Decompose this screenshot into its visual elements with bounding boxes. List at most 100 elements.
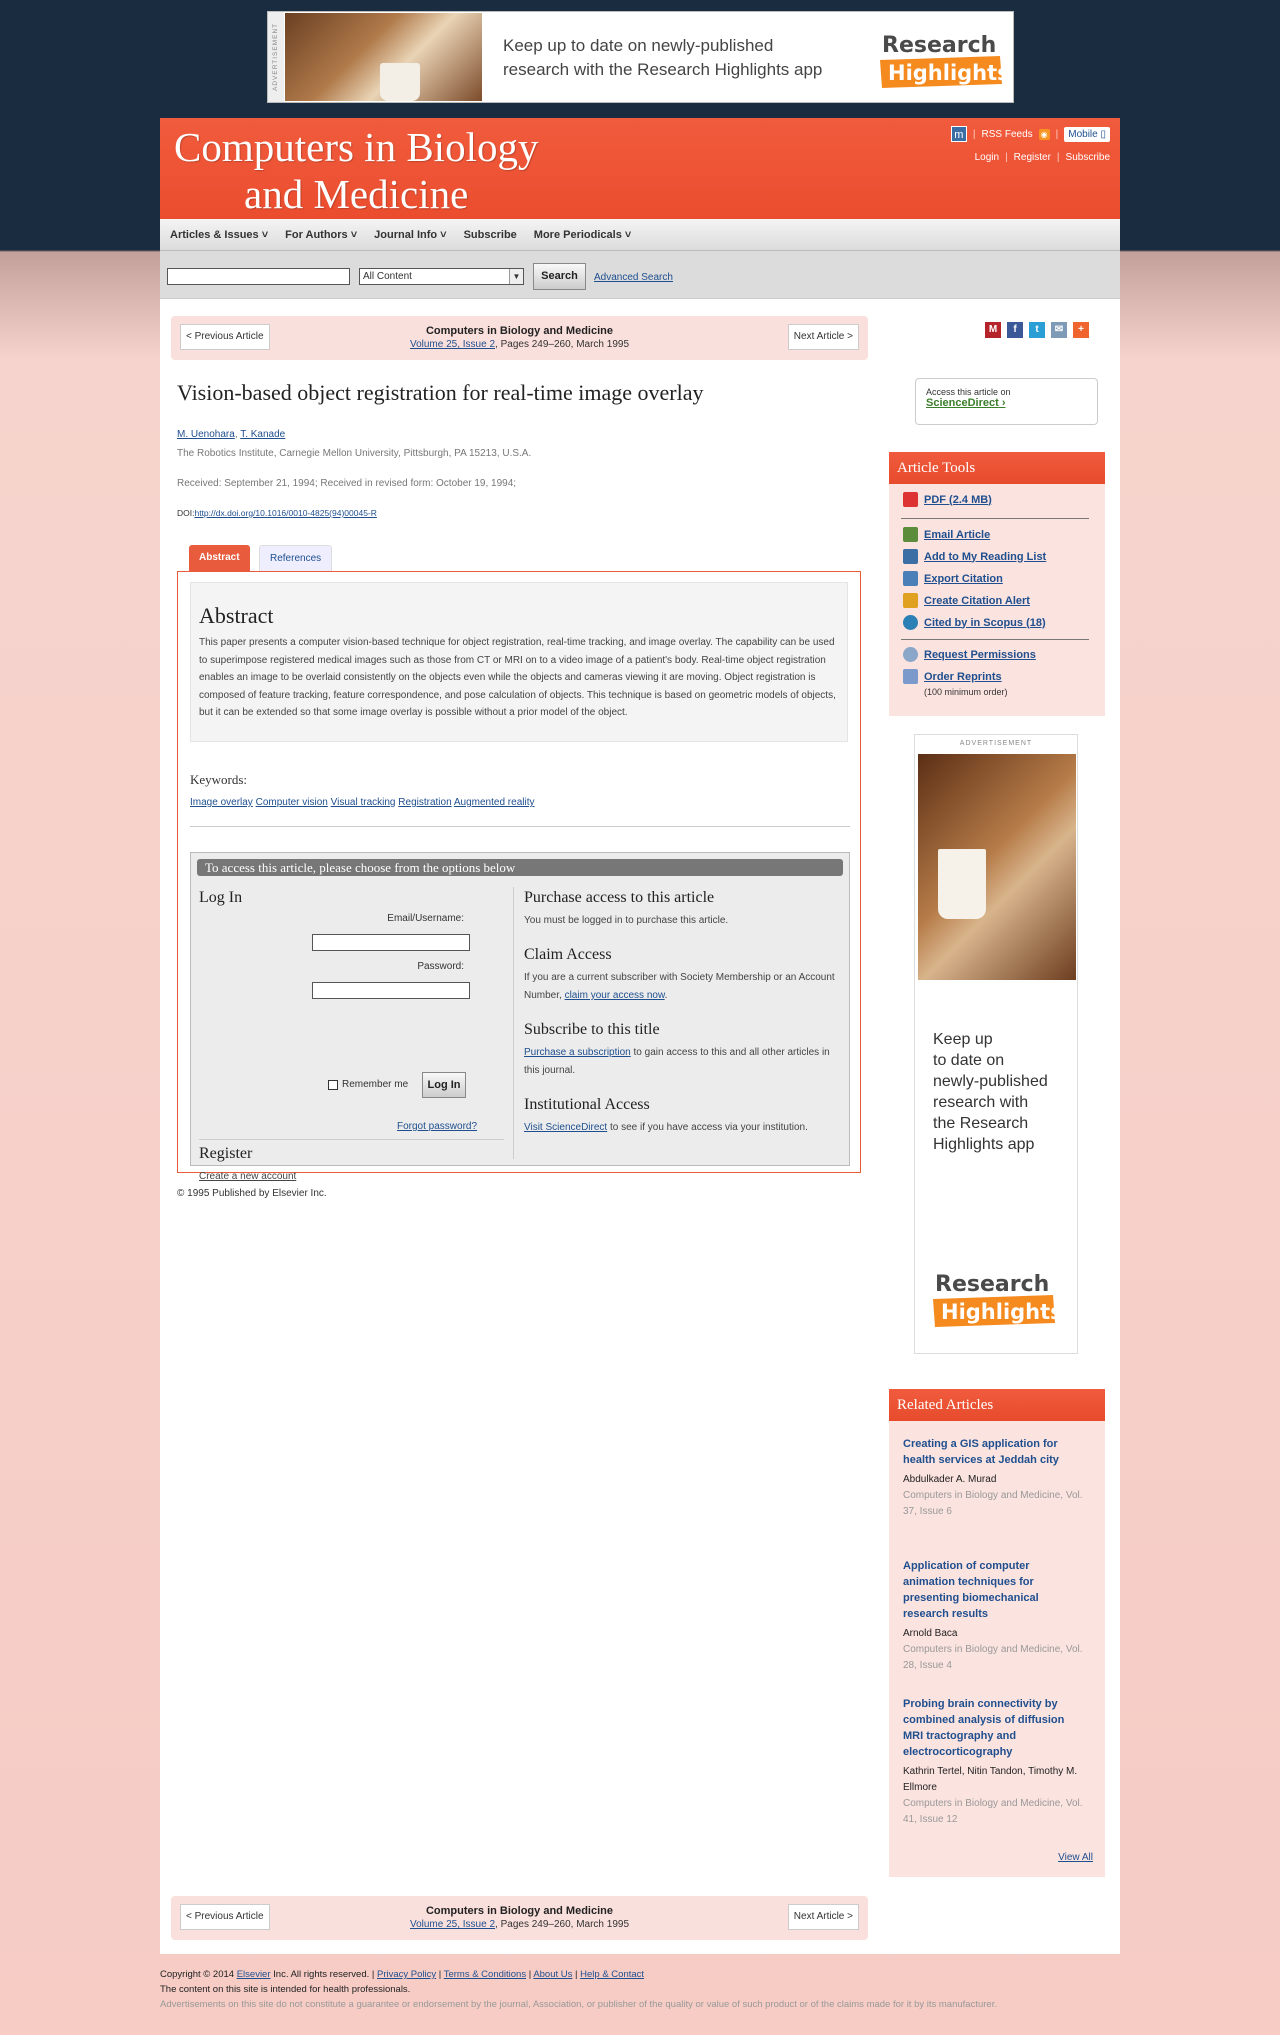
footer-note: The content on this site is intended for… [160,1984,411,1995]
search-bar: All Content ▼ Search Advanced Search [160,251,1120,299]
tab-references[interactable]: References [259,545,333,571]
scopus-icon [903,615,918,630]
search-input[interactable] [167,268,350,285]
about-us-link[interactable]: About Us [533,1969,572,1980]
subscribe-link[interactable]: Subscribe [1066,152,1110,163]
citation-alert-link[interactable]: Create Citation Alert [903,593,1030,608]
export-citation-link[interactable]: Export Citation [903,571,1003,586]
mobile-link[interactable]: Mobile ▯ [1064,126,1110,142]
author-link[interactable]: M. Uenohara [177,429,235,440]
register-link[interactable]: Register [1014,152,1051,163]
footer: Copyright © 2014 Elsevier Inc. All right… [160,1967,1120,2012]
nav-subscribe[interactable]: Subscribe [464,229,517,241]
add-share-icon[interactable]: + [1073,322,1089,338]
pdf-link[interactable]: PDF (2.4 MB) [903,492,992,507]
main-nav: Articles & Issues ˅ For Authors ˅ Journa… [160,219,1120,251]
footer-disclaimer: Advertisements on this site do not const… [160,1999,997,2010]
privacy-policy-link[interactable]: Privacy Policy [377,1969,436,1980]
advanced-search-link[interactable]: Advanced Search [594,272,673,283]
forgot-password-link[interactable]: Forgot password? [397,1121,477,1132]
divider [901,639,1089,640]
access-options-box: To access this article, please choose fr… [190,852,850,1182]
article-copyright: © 1995 Published by Elsevier Inc. [177,1188,327,1199]
nav-more-periodicals[interactable]: More Periodicals ˅ [534,229,632,241]
copyright-icon [903,647,918,662]
keyword-link[interactable]: Registration [398,797,451,808]
claim-access-link[interactable]: claim your access now [565,990,665,1001]
login-column: Log In Email/Username: Password: Remembe… [199,889,504,1182]
author-link[interactable]: T. Kanade [240,429,285,440]
ad-photo [918,754,1076,980]
sciencedirect-box: Access this article on ScienceDirect › [915,378,1098,425]
abstract-text: This paper presents a computer vision-ba… [199,637,836,718]
sciencedirect-link[interactable]: ScienceDirect › [926,397,1006,409]
nav-journal-info[interactable]: Journal Info ˅ [374,229,446,241]
nav-for-authors[interactable]: For Authors ˅ [285,229,357,241]
password-field[interactable] [312,982,470,999]
volume-link[interactable]: Volume 25, Issue 2 [410,1919,495,1930]
pdf-icon [903,492,918,507]
facebook-icon[interactable]: f [1007,322,1023,338]
rss-icon[interactable]: ◉ [1038,128,1050,140]
related-articles: Related Articles Creating a GIS applicat… [889,1389,1105,1877]
help-contact-link[interactable]: Help & Contact [580,1969,644,1980]
create-account-link[interactable]: Create a new account [199,1171,296,1182]
email-icon [903,527,918,542]
elsevier-link[interactable]: Elsevier [237,1969,271,1980]
cited-by-scopus-link[interactable]: Cited by in Scopus (18) [903,615,1046,630]
login-heading: Log In [199,889,243,906]
claim-heading: Claim Access [524,946,612,963]
remember-me-checkbox[interactable] [328,1079,338,1090]
request-permissions-link[interactable]: Request Permissions [903,647,1036,662]
mendeley-icon[interactable]: m [950,126,967,142]
reading-list-link[interactable]: Add to My Reading List [903,549,1046,564]
abstract-panel: Abstract This paper presents a computer … [177,571,861,1182]
top-advertisement[interactable]: ADVERTISEMENT Keep up to date on newly-p… [267,11,1014,103]
volume-link[interactable]: Volume 25, Issue 2 [410,339,495,350]
svg-text:Highlights: Highlights [888,61,1006,85]
article-title: Vision-based object registration for rea… [177,380,704,405]
purchase-heading: Purchase access to this article [524,889,715,906]
next-article-button[interactable]: Next Article > [787,1904,859,1930]
email-icon[interactable]: ✉ [1051,322,1067,338]
rss-feeds-link[interactable]: RSS Feeds [982,129,1033,140]
tab-abstract[interactable]: Abstract [189,545,250,571]
login-button[interactable]: Log In [422,1072,466,1098]
order-reprints-link[interactable]: Order Reprints [903,669,1002,684]
svg-text:Highlights: Highlights [941,1300,1059,1324]
doi-link[interactable]: http://dx.doi.org/10.1016/0010-4825(94)0… [194,508,376,518]
view-all-link[interactable]: View All [1058,1852,1093,1863]
email-field[interactable] [312,934,470,951]
related-article-link[interactable]: Application of computer animation techni… [903,1558,1083,1622]
ad-label: ADVERTISEMENT [959,740,1033,747]
remember-me[interactable]: Remember me [328,1079,408,1090]
visit-sciencedirect-link[interactable]: Visit ScienceDirect [524,1122,607,1133]
related-article-link[interactable]: Creating a GIS application for health se… [903,1436,1083,1468]
login-link[interactable]: Login [975,152,999,163]
keyword-link[interactable]: Visual tracking [331,797,396,808]
divider [190,826,850,827]
search-scope-select[interactable]: All Content ▼ [359,268,524,285]
article-nav-top: < Previous Article Computers in Biology … [171,316,868,360]
journal-title[interactable]: Computers in Biology and Medicine [174,124,538,218]
institutional-text: Visit ScienceDirect to see if you have a… [524,1122,808,1133]
related-article-link[interactable]: Probing brain connectivity by combined a… [903,1696,1083,1760]
twitter-icon[interactable]: t [1029,322,1045,338]
keyword-link[interactable]: Computer vision [256,797,328,808]
article-tools: Article Tools PDF (2.4 MB) Email Article… [889,452,1105,716]
mendeley-share-icon[interactable]: M [985,322,1001,338]
terms-link[interactable]: Terms & Conditions [444,1969,526,1980]
keyword-link[interactable]: Image overlay [190,797,253,808]
search-button[interactable]: Search [533,263,586,290]
divider [199,1139,504,1140]
reprint-note: (100 minimum order) [924,687,1008,697]
next-article-button[interactable]: Next Article > [787,324,859,350]
purchase-subscription-link[interactable]: Purchase a subscription [524,1047,631,1058]
nav-articles-issues[interactable]: Articles & Issues ˅ [170,229,268,241]
keyword-link[interactable]: Augmented reality [454,797,535,808]
side-advertisement[interactable]: ADVERTISEMENT Keep up to date on newly-pub… [914,734,1078,1354]
claim-text: If you are a current subscriber with Soc… [524,972,835,1001]
email-article-link[interactable]: Email Article [903,527,990,542]
share-icons: M f t ✉ + [985,322,1089,338]
article-tools-heading: Article Tools [889,452,1105,484]
